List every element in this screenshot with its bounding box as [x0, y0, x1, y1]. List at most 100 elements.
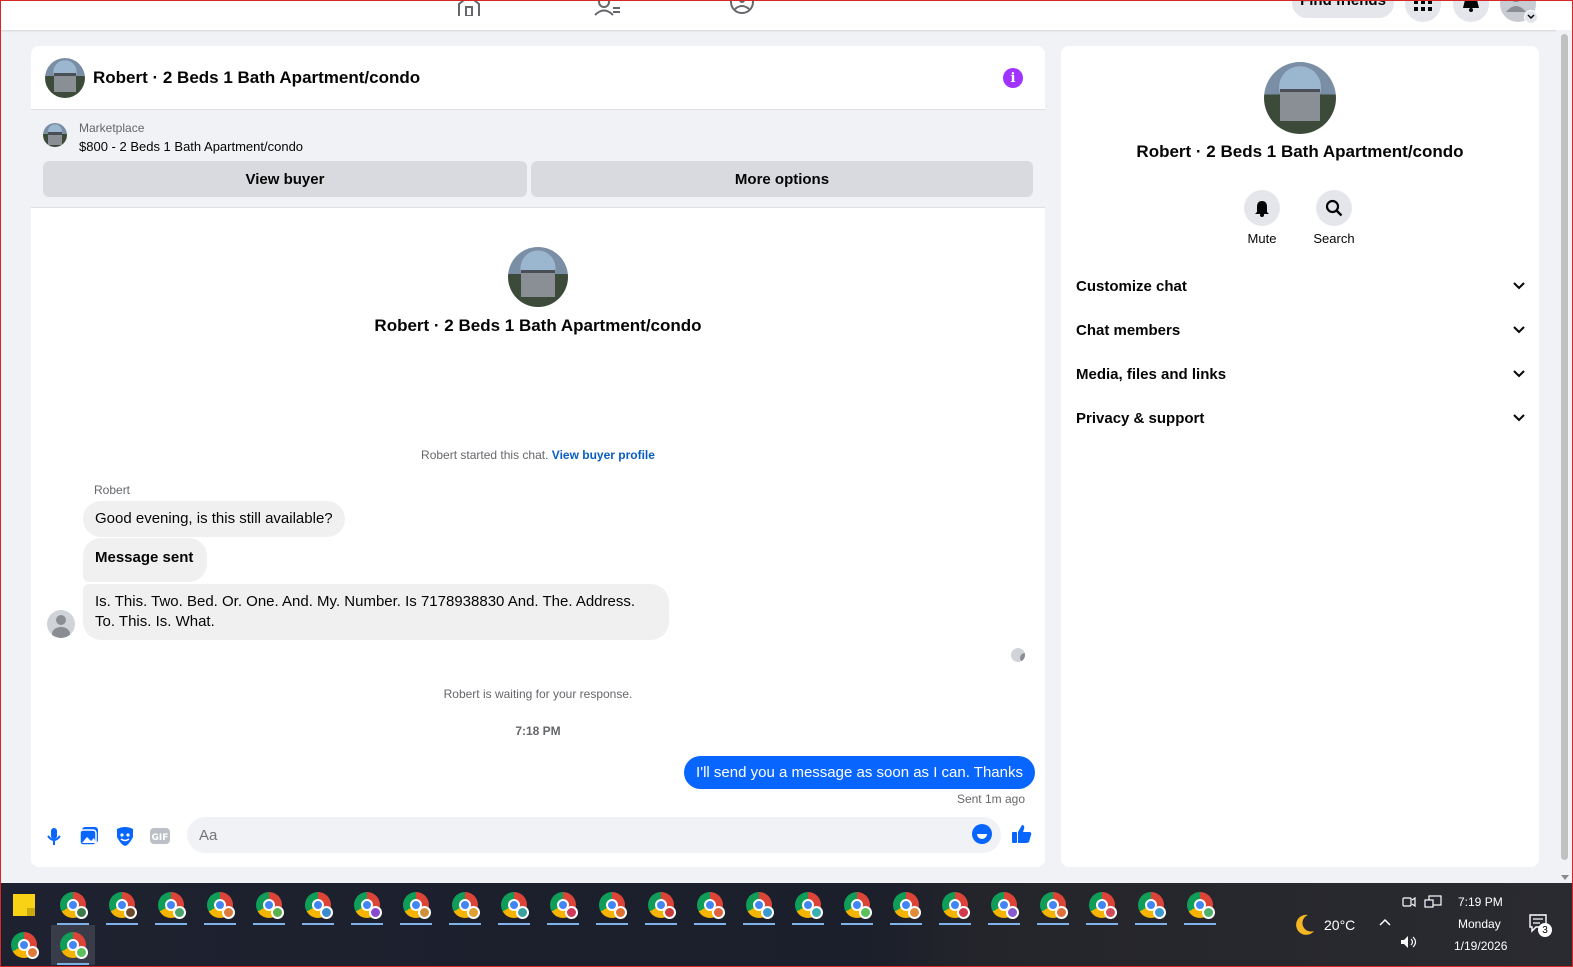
page-scrollbar[interactable]	[1556, 30, 1573, 883]
view-buyer-profile-link[interactable]: View buyer profile	[552, 448, 655, 462]
chat-header: Robert · 2 Beds 1 Bath Apartment/condo i	[31, 46, 1045, 110]
taskbar-chrome-app[interactable]	[247, 885, 291, 925]
search-icon	[1325, 199, 1343, 217]
privacy-support-section[interactable]: Privacy & support	[1076, 398, 1526, 438]
waiting-notice: Robert is waiting for your response.	[443, 687, 633, 701]
photo-icon[interactable]	[78, 825, 100, 847]
taskbar-chrome-app[interactable]	[590, 885, 634, 925]
taskbar-chrome-app[interactable]	[1031, 885, 1075, 925]
chat-panel: Robert · 2 Beds 1 Bath Apartment/condo i…	[31, 46, 1045, 867]
taskbar-chrome-app[interactable]	[688, 885, 732, 925]
scrollbar-thumb[interactable]	[1561, 34, 1568, 860]
message-input[interactable]	[187, 817, 1001, 853]
intro-avatar	[508, 247, 568, 307]
sticky-notes-app[interactable]	[2, 885, 46, 925]
chat-members-section[interactable]: Chat members	[1076, 310, 1526, 350]
emoji-icon[interactable]	[972, 824, 992, 844]
taskbar-chrome-app-active[interactable]	[51, 925, 95, 965]
taskbar-chrome-app[interactable]	[835, 885, 879, 925]
bell-icon	[1463, 0, 1479, 12]
view-buyer-button[interactable]: View buyer	[43, 161, 527, 197]
chat-details-panel: Robert · 2 Beds 1 Bath Apartment/condo M…	[1061, 46, 1539, 867]
home-icon[interactable]	[455, 0, 483, 16]
taskbar-chrome-app[interactable]	[345, 885, 389, 925]
chat-avatar[interactable]	[45, 57, 85, 98]
chevron-down-icon	[1513, 282, 1525, 290]
taskbar-chrome-app[interactable]	[1129, 885, 1173, 925]
message-bubble[interactable]: Message sent	[83, 538, 208, 582]
taskbar-chrome-app[interactable]	[149, 885, 193, 925]
info-icon[interactable]: i	[1003, 68, 1023, 88]
sender-avatar[interactable]	[47, 610, 75, 638]
media-files-links-section[interactable]: Media, files and links	[1076, 354, 1526, 394]
camera-icon[interactable]	[1402, 895, 1416, 909]
taskbar-chrome-app[interactable]	[933, 885, 977, 925]
taskbar-chrome-app[interactable]	[1178, 885, 1222, 925]
more-options-button[interactable]: More options	[531, 161, 1033, 197]
groups-icon[interactable]	[728, 0, 756, 16]
weather-temperature[interactable]: 20°C	[1324, 917, 1355, 933]
taskbar-chrome-app[interactable]	[2, 925, 46, 965]
taskbar-chrome-app[interactable]	[541, 885, 585, 925]
friends-icon[interactable]	[593, 0, 621, 16]
thumbs-up-icon[interactable]	[1011, 823, 1033, 845]
started-text: Robert started this chat.	[421, 448, 549, 462]
clock-date[interactable]: 1/19/2026	[1454, 939, 1507, 953]
listing-thumbnail[interactable]	[43, 123, 67, 147]
network-icon[interactable]	[1424, 895, 1442, 909]
gif-icon[interactable]: GIF	[149, 825, 171, 847]
taskbar-chrome-app[interactable]	[198, 885, 242, 925]
taskbar-chrome-app[interactable]	[51, 885, 95, 925]
taskbar-chrome-app[interactable]	[982, 885, 1026, 925]
svg-text:GIF: GIF	[152, 833, 169, 843]
notification-count-badge: 3	[1538, 923, 1552, 937]
message-composer: GIF	[31, 815, 1045, 867]
marketplace-label: Marketplace	[79, 121, 145, 135]
menu-grid-button[interactable]	[1405, 0, 1441, 22]
section-label: Privacy & support	[1076, 409, 1205, 427]
account-chevron-icon[interactable]	[1524, 10, 1538, 24]
message-bubble[interactable]: Good evening, is this still available?	[83, 501, 345, 537]
taskbar-chrome-app[interactable]	[639, 885, 683, 925]
moon-weather-icon[interactable]	[1292, 913, 1316, 937]
taskbar-chrome-app[interactable]	[492, 885, 536, 925]
microphone-icon[interactable]	[43, 825, 65, 847]
sender-name: Robert	[94, 483, 131, 497]
taskbar-chrome-app[interactable]	[1080, 885, 1124, 925]
taskbar-chrome-app[interactable]	[443, 885, 487, 925]
marketplace-banner: Marketplace $800 - 2 Beds 1 Bath Apartme…	[31, 110, 1045, 208]
clock-time[interactable]: 7:19 PM	[1458, 895, 1503, 909]
intro-name: Robert · 2 Beds 1 Bath Apartment/condo	[374, 316, 702, 335]
taskbar-chrome-app[interactable]	[737, 885, 781, 925]
taskbar-chrome-app[interactable]	[296, 885, 340, 925]
volume-icon[interactable]	[1400, 935, 1418, 949]
outgoing-message-bubble[interactable]: I'll send you a message as soon as I can…	[684, 756, 1035, 789]
taskbar-chrome-app[interactable]	[100, 885, 144, 925]
chevron-down-icon	[1513, 370, 1525, 378]
top-navigation: Find friends	[0, 0, 1573, 30]
bell-icon	[1255, 201, 1269, 217]
section-label: Media, files and links	[1076, 365, 1227, 383]
windows-taskbar: 20°C 7:19 PM Monday 1/19/2026 3	[0, 883, 1573, 967]
details-avatar[interactable]	[1264, 62, 1336, 134]
taskbar-chrome-app[interactable]	[394, 885, 438, 925]
taskbar-chrome-app[interactable]	[786, 885, 830, 925]
chevron-down-icon	[1513, 414, 1525, 422]
sent-status: Sent 1m ago	[956, 792, 1025, 806]
find-friends-button[interactable]: Find friends	[1292, 0, 1394, 18]
mute-label: Mute	[1247, 231, 1277, 246]
chevron-up-icon[interactable]	[1378, 917, 1392, 927]
mute-button[interactable]: Mute	[1227, 190, 1297, 246]
details-name: Robert · 2 Beds 1 Bath Apartment/condo	[1136, 142, 1464, 161]
customize-chat-section[interactable]: Customize chat	[1076, 266, 1526, 306]
chat-title[interactable]: Robert · 2 Beds 1 Bath Apartment/condo	[93, 68, 420, 88]
scroll-down-arrow-icon[interactable]	[1561, 875, 1569, 880]
section-label: Chat members	[1076, 321, 1181, 339]
message-bubble[interactable]: Is. This. Two. Bed. Or. One. And. My. Nu…	[83, 584, 669, 640]
clock-day[interactable]: Monday	[1458, 917, 1501, 931]
sticker-icon[interactable]	[114, 825, 136, 847]
search-button[interactable]: Search	[1299, 190, 1369, 246]
listing-title[interactable]: $800 - 2 Beds 1 Bath Apartment/condo	[79, 139, 303, 154]
notifications-button[interactable]	[1453, 0, 1489, 22]
taskbar-chrome-app[interactable]	[884, 885, 928, 925]
